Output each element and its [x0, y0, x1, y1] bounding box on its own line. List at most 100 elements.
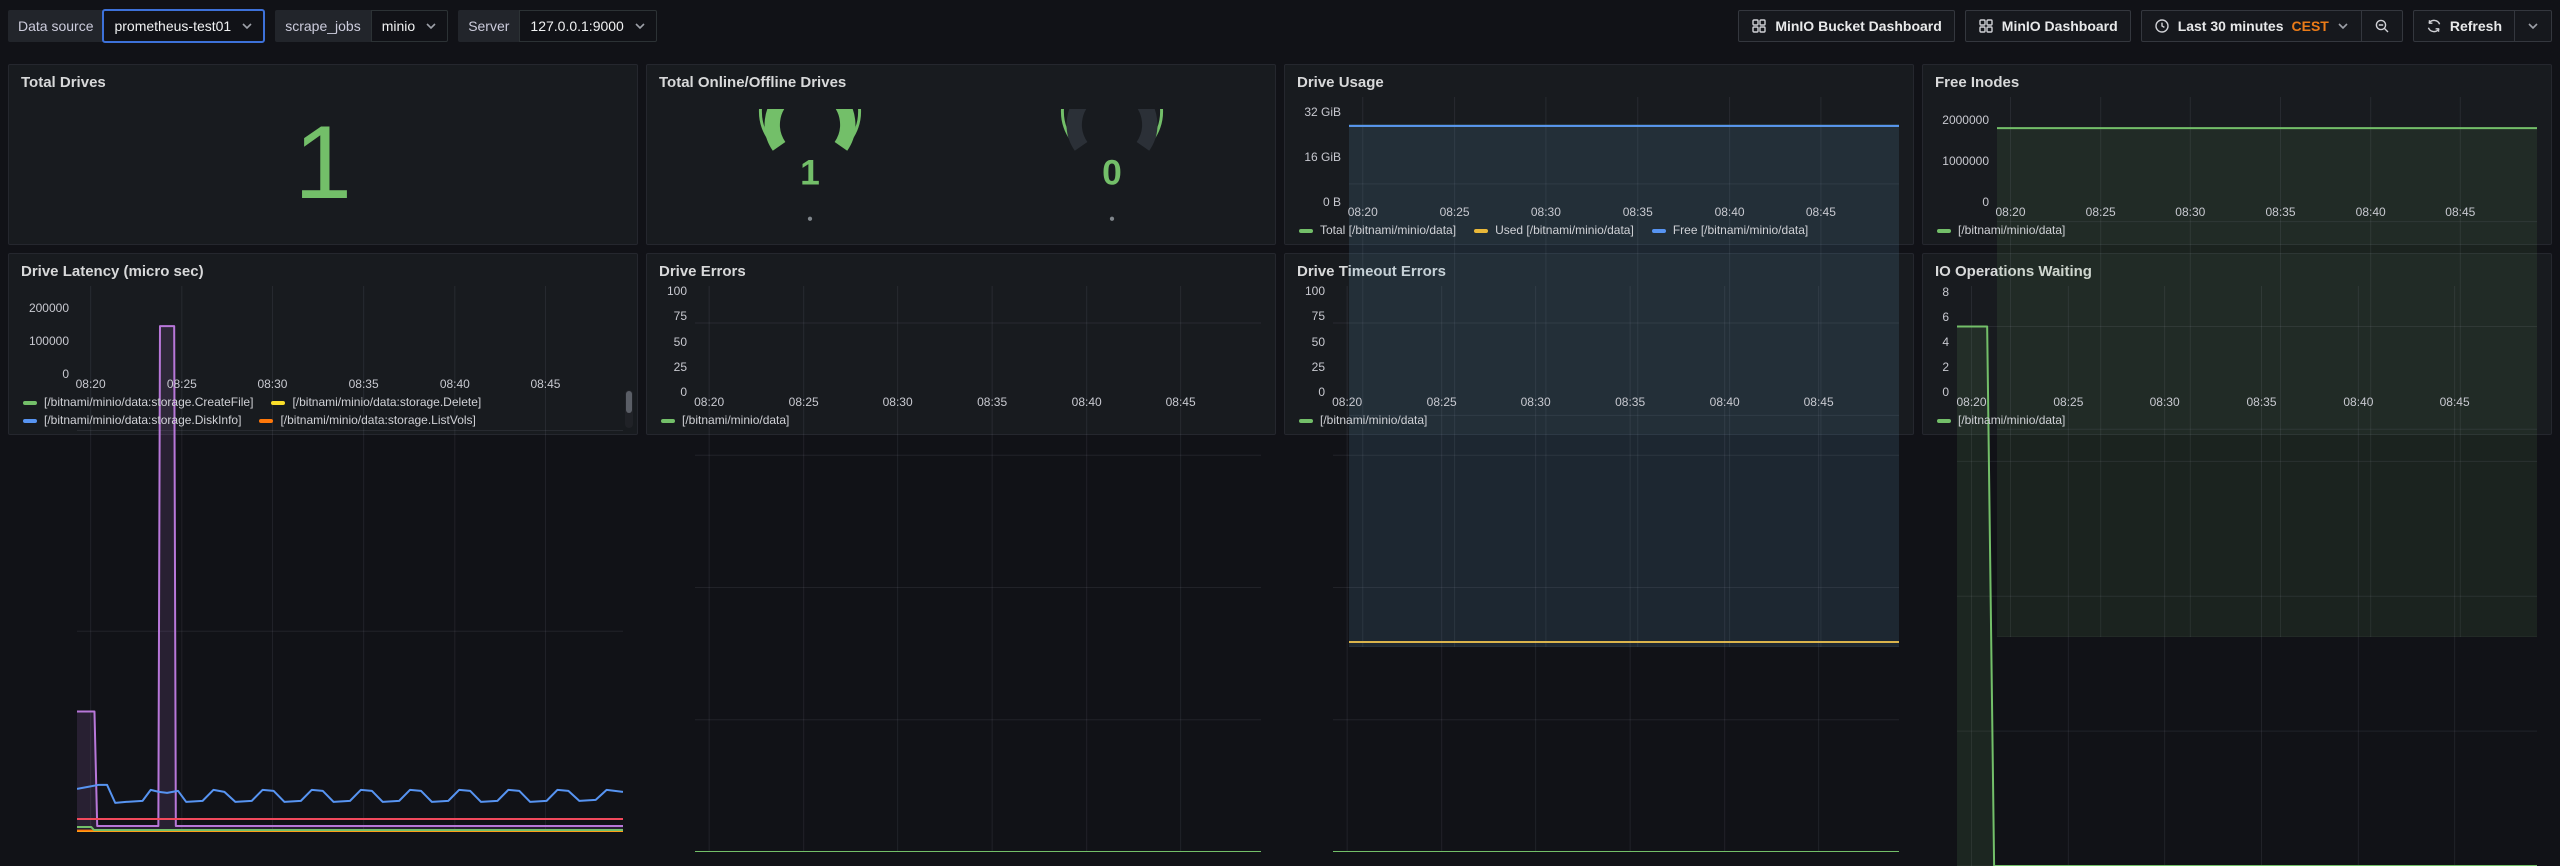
x-axis: 08:2008:2508:3008:3508:4008:45 — [1349, 202, 1899, 218]
legend-item[interactable]: Total [/bitnami/minio/data] — [1299, 223, 1456, 238]
x-axis-label: 08:45 — [530, 377, 560, 391]
gauge-online: 1 — [720, 109, 900, 227]
legend-label: [/bitnami/minio/data] — [1958, 223, 2065, 238]
legend-swatch — [1474, 229, 1488, 233]
x-axis-label: 08:45 — [1804, 395, 1834, 409]
scrape-jobs-label: scrape_jobs — [275, 10, 371, 42]
legend-scrollbar[interactable] — [625, 390, 633, 428]
time-range-label: Last 30 minutes — [2178, 18, 2284, 34]
legend-item[interactable]: [/bitnami/minio/data:storage.CreateFile] — [23, 395, 253, 410]
panel-title[interactable]: Drive Errors — [659, 262, 1263, 282]
legend-item[interactable]: [/bitnami/minio/data:storage.DiskInfo] — [23, 413, 241, 428]
y-axis-label: 2000000 — [1935, 114, 1989, 126]
x-axis-label: 08:30 — [1531, 205, 1561, 219]
x-axis-label: 08:35 — [977, 395, 1007, 409]
x-axis-label: 08:40 — [1072, 395, 1102, 409]
timeseries-chart: 01000000200000008:2008:2508:3008:3508:40… — [1935, 95, 2539, 238]
y-axis-label: 0 — [1297, 386, 1325, 398]
gauge-offline: 0 — [1022, 109, 1202, 227]
legend-scrollbar-thumb[interactable] — [626, 391, 632, 413]
panel-free-inodes: Free Inodes 01000000200000008:2008:2508:… — [1922, 64, 2552, 245]
apps-icon — [1978, 18, 1994, 34]
scrape-jobs-select[interactable]: minio — [371, 10, 448, 42]
y-axis-label: 200000 — [21, 302, 69, 314]
x-axis: 08:2008:2508:3008:3508:4008:45 — [1957, 392, 2537, 408]
datasource-label: Data source — [8, 10, 103, 42]
time-range-picker[interactable]: Last 30 minutes CEST — [2141, 10, 2362, 42]
y-axis-label: 0 — [659, 386, 687, 398]
panel-title[interactable]: Drive Latency (micro sec) — [21, 262, 625, 282]
plot-canvas — [1333, 286, 1899, 852]
legend-item[interactable]: [/bitnami/minio/data] — [1937, 413, 2065, 428]
scrape-jobs-value: minio — [382, 18, 415, 34]
gauge: 0 — [1022, 109, 1202, 232]
toolbar-actions: MinIO Bucket Dashboard MinIO Dashboard L… — [1738, 10, 2552, 42]
timeseries-chart: 010000020000008:2008:2508:3008:3508:4008… — [21, 284, 625, 428]
y-axis-label: 25 — [1297, 361, 1325, 373]
x-axis-label: 08:20 — [1995, 205, 2025, 219]
legend-item[interactable]: [/bitnami/minio/data] — [1937, 223, 2065, 238]
legend-label: [/bitnami/minio/data:storage.Delete] — [292, 395, 481, 410]
zoom-out-time-button[interactable] — [2361, 10, 2403, 42]
server-select[interactable]: 127.0.0.1:9000 — [519, 10, 656, 42]
y-axis-label: 25 — [659, 361, 687, 373]
y-axis-label: 0 — [1935, 386, 1949, 398]
panel-title[interactable]: Drive Usage — [1297, 73, 1901, 93]
chevron-down-icon — [241, 20, 253, 32]
legend-label: Used [/bitnami/minio/data] — [1495, 223, 1634, 238]
clock-icon — [2154, 18, 2170, 34]
datasource-select[interactable]: prometheus-test01 — [102, 9, 265, 43]
gauge-threshold-dot — [808, 217, 812, 221]
legend: [/bitnami/minio/data] — [1935, 218, 2539, 238]
x-axis-label: 08:45 — [2445, 205, 2475, 219]
timeseries-chart: 0246808:2008:2508:3008:3508:4008:45[/bit… — [1935, 284, 2539, 428]
legend-item[interactable]: [/bitnami/minio/data] — [1299, 413, 1427, 428]
stat-value: 1 — [21, 95, 625, 238]
x-axis-label: 08:40 — [2343, 395, 2373, 409]
y-axis-label: 100 — [1297, 285, 1325, 297]
x-axis-label: 08:35 — [349, 377, 379, 391]
x-axis-label: 08:30 — [257, 377, 287, 391]
y-axis-label: 8 — [1935, 286, 1949, 298]
legend-item[interactable]: [/bitnami/minio/data:storage.ListVols] — [259, 413, 475, 428]
legend-item[interactable]: [/bitnami/minio/data:storage.Delete] — [271, 395, 481, 410]
x-axis-label: 08:30 — [1521, 395, 1551, 409]
x-axis: 08:2008:2508:3008:3508:4008:45 — [1997, 202, 2537, 218]
legend-item[interactable]: [/bitnami/minio/data] — [661, 413, 789, 428]
datasource-picker: Data source prometheus-test01 — [8, 10, 265, 42]
refresh-button[interactable]: Refresh — [2413, 10, 2515, 42]
zoom-out-icon — [2374, 18, 2390, 34]
panel-title[interactable]: Free Inodes — [1935, 73, 2539, 93]
y-axis-label: 50 — [659, 336, 687, 348]
gauge-value: 0 — [1102, 154, 1122, 193]
legend-label: [/bitnami/minio/data:storage.CreateFile] — [44, 395, 253, 410]
legend-item[interactable]: Used [/bitnami/minio/data] — [1474, 223, 1634, 238]
x-axis-label: 08:35 — [2265, 205, 2295, 219]
y-axis-label: 1000000 — [1935, 155, 1989, 167]
y-axis-label: 0 — [21, 368, 69, 380]
y-axis-label: 100 — [659, 285, 687, 297]
x-axis-label: 08:25 — [789, 395, 819, 409]
plot-canvas — [695, 286, 1261, 852]
minio-dashboard-link[interactable]: MinIO Dashboard — [1965, 10, 2131, 42]
legend-swatch — [23, 401, 37, 405]
minio-bucket-dashboard-link[interactable]: MinIO Bucket Dashboard — [1738, 10, 1954, 42]
plot-area: 0 B16 GiB32 GiB — [1297, 95, 1901, 202]
x-axis-label: 08:45 — [1166, 395, 1196, 409]
y-axis-label: 0 B — [1297, 196, 1341, 208]
legend-label: Total [/bitnami/minio/data] — [1320, 223, 1456, 238]
legend: [/bitnami/minio/data] — [1935, 408, 2539, 428]
x-axis-label: 08:30 — [883, 395, 913, 409]
legend-swatch — [1652, 229, 1666, 233]
panel-title[interactable]: Total Drives — [21, 73, 625, 93]
legend-swatch — [23, 419, 37, 423]
legend-item[interactable]: Free [/bitnami/minio/data] — [1652, 223, 1808, 238]
legend-swatch — [271, 401, 285, 405]
x-axis-label: 08:40 — [1710, 395, 1740, 409]
server-label: Server — [458, 10, 519, 42]
refresh-controls: Refresh — [2413, 10, 2552, 42]
legend-label: [/bitnami/minio/data:storage.ListVols] — [280, 413, 475, 428]
legend-label: [/bitnami/minio/data] — [1320, 413, 1427, 428]
refresh-interval-button[interactable] — [2514, 10, 2552, 42]
panel-title[interactable]: Total Online/Offline Drives — [659, 73, 1263, 93]
